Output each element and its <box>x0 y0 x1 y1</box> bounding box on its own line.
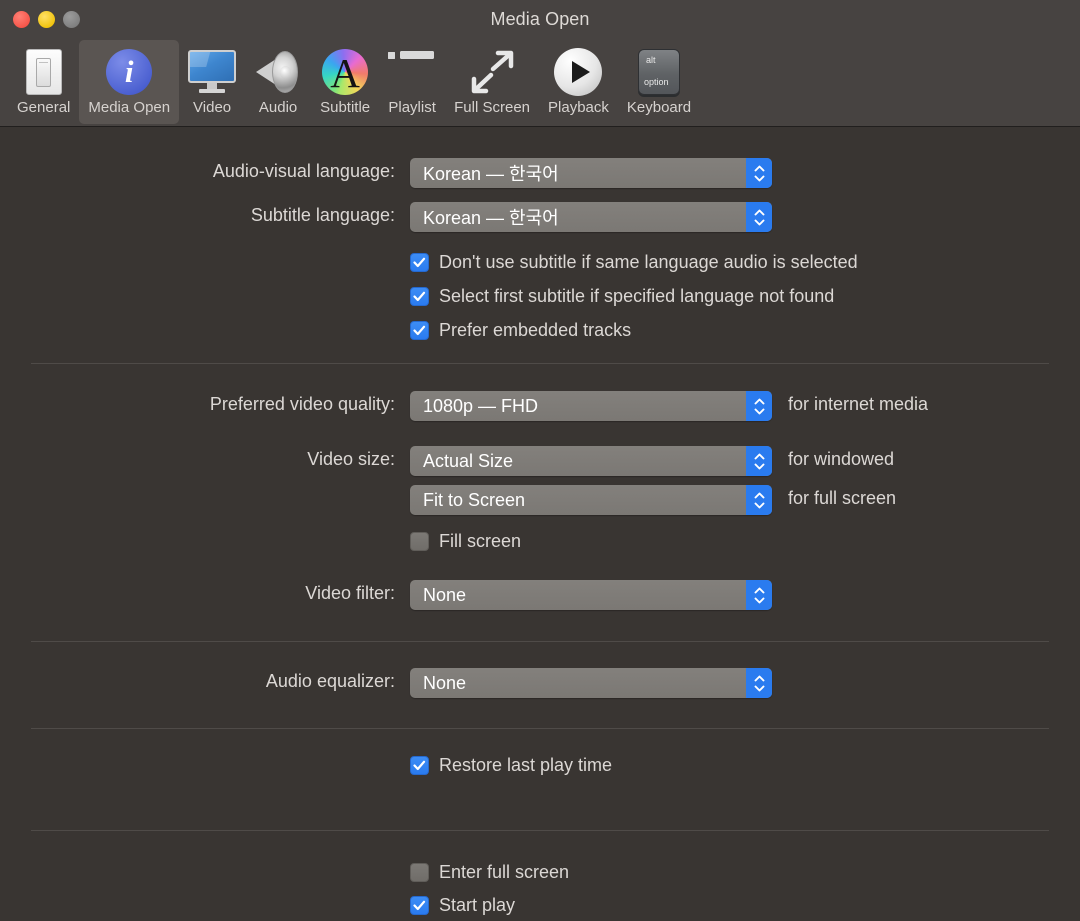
audio-equalizer-label: Audio equalizer: <box>265 671 395 691</box>
audio-equalizer-value: None <box>423 672 467 693</box>
audio-visual-language-select[interactable]: Korean — 한국어 <box>410 158 772 188</box>
checkbox-label-no-subtitle-same-language: Don't use subtitle if same language audi… <box>439 252 858 272</box>
subtitle-language-value: Korean — 한국어 <box>423 208 559 228</box>
subtitle-language-label-wrap: Subtitle language: <box>0 205 395 226</box>
video-filter-label: Video filter: <box>305 583 395 603</box>
toolbar-item-playlist[interactable]: Playlist <box>379 40 445 124</box>
option-key-icon: alt option <box>638 46 680 98</box>
audio-equalizer-select[interactable]: None <box>410 668 772 698</box>
toolbar-label-playlist: Playlist <box>388 99 436 116</box>
switch-icon <box>25 46 62 98</box>
video-filter-label-wrap: Video filter: <box>0 583 395 604</box>
video-size-windowed-select[interactable]: Actual Size <box>410 446 772 476</box>
toolbar-label-general: General <box>17 99 71 116</box>
video-size-windowed-suffix: for windowed <box>788 449 895 469</box>
chevron-updown-icon <box>746 485 772 515</box>
preferred-video-quality-label-wrap: Preferred video quality: <box>0 394 395 415</box>
video-filter-select[interactable]: None <box>410 580 772 610</box>
checkbox-enter-full-screen[interactable] <box>410 863 429 882</box>
checkbox-no-subtitle-same-language[interactable] <box>410 253 429 272</box>
checkbox-row-fill-screen[interactable]: Fill screen <box>410 531 521 552</box>
checkbox-restore-last-play-time[interactable] <box>410 756 429 775</box>
checkbox-label-prefer-embedded-tracks: Prefer embedded tracks <box>439 320 632 340</box>
chevron-updown-icon <box>746 202 772 232</box>
divider-1 <box>31 363 1049 364</box>
subtitle-language-select[interactable]: Korean — 한국어 <box>410 202 772 232</box>
video-size-fullscreen-suffix: for full screen <box>788 488 897 508</box>
divider-3 <box>31 728 1049 729</box>
audio-visual-language-label: Audio-visual language: <box>212 161 395 181</box>
toolbar-label-subtitle: Subtitle <box>320 99 371 116</box>
chevron-updown-icon <box>746 446 772 476</box>
video-size-fullscreen-select[interactable]: Fit to Screen <box>410 485 772 515</box>
window-title: Media Open <box>490 9 590 29</box>
toolbar-item-audio[interactable]: Audio <box>245 40 311 124</box>
toolbar-item-playback[interactable]: Playback <box>539 40 618 124</box>
video-size-fullscreen-value: Fit to Screen <box>423 489 526 510</box>
toolbar-label-playback: Playback <box>548 99 609 116</box>
audio-visual-language-label-wrap: Audio-visual language: <box>0 161 395 182</box>
video-filter-value: None <box>423 584 467 605</box>
preferred-video-quality-value: 1080p — FHD <box>423 395 539 416</box>
play-circle-icon <box>554 46 603 98</box>
divider-2 <box>31 641 1049 642</box>
checkbox-label-enter-full-screen: Enter full screen <box>439 862 570 882</box>
info-circle-icon: i <box>106 46 153 98</box>
checkbox-label-select-first-subtitle: Select first subtitle if specified langu… <box>439 286 835 306</box>
media-open-panel: Audio-visual language: Korean — 한국어 Subt… <box>0 127 1080 920</box>
preferred-video-quality-select[interactable]: 1080p — FHD <box>410 391 772 421</box>
checkbox-label-start-play: Start play <box>439 895 516 915</box>
toolbar-item-general[interactable]: General <box>8 40 79 124</box>
toolbar-item-media-open[interactable]: i Media Open <box>79 40 180 124</box>
checkbox-row-no-subtitle-same-language[interactable]: Don't use subtitle if same language audi… <box>410 252 858 273</box>
divider-4 <box>31 830 1049 831</box>
toolbar-item-subtitle[interactable]: A Subtitle <box>311 40 379 124</box>
audio-visual-language-value: Korean — 한국어 <box>423 164 559 184</box>
monitor-icon <box>188 46 237 98</box>
chevron-updown-icon <box>746 668 772 698</box>
toolbar-label-media-open: Media Open <box>88 99 171 116</box>
video-size-fullscreen-suffix-wrap: for full screen <box>788 488 896 509</box>
toolbar-label-audio: Audio <box>258 99 298 116</box>
checkbox-row-prefer-embedded-tracks[interactable]: Prefer embedded tracks <box>410 320 631 341</box>
preferences-toolbar: General i Media Open Video Audio A Subti… <box>0 38 1080 127</box>
chevron-updown-icon <box>746 158 772 188</box>
expand-arrows-icon <box>466 46 518 98</box>
preferred-video-quality-label: Preferred video quality: <box>209 394 395 414</box>
color-wheel-a-icon: A <box>322 46 369 98</box>
checkbox-select-first-subtitle[interactable] <box>410 287 429 306</box>
subtitle-language-label: Subtitle language: <box>250 205 395 225</box>
checkbox-row-restore-last-play-time[interactable]: Restore last play time <box>410 755 612 776</box>
video-size-windowed-suffix-wrap: for windowed <box>788 449 894 470</box>
toolbar-item-keyboard[interactable]: alt option Keyboard <box>618 40 700 124</box>
list-icon <box>388 46 436 98</box>
toolbar-item-full-screen[interactable]: Full Screen <box>445 40 539 124</box>
toolbar-label-full-screen: Full Screen <box>454 99 531 116</box>
preferred-video-quality-suffix-wrap: for internet media <box>788 394 928 415</box>
video-size-windowed-value: Actual Size <box>423 450 514 471</box>
title-bar: Media Open <box>0 0 1080 38</box>
chevron-updown-icon <box>746 391 772 421</box>
video-size-label-wrap: Video size: <box>0 449 395 470</box>
checkbox-row-enter-full-screen[interactable]: Enter full screen <box>410 862 569 883</box>
speaker-icon <box>254 46 302 98</box>
checkbox-start-play[interactable] <box>410 896 429 915</box>
checkbox-prefer-embedded-tracks[interactable] <box>410 321 429 340</box>
audio-equalizer-label-wrap: Audio equalizer: <box>0 671 395 692</box>
checkbox-row-select-first-subtitle[interactable]: Select first subtitle if specified langu… <box>410 286 834 307</box>
toolbar-item-video[interactable]: Video <box>179 40 245 124</box>
toolbar-label-keyboard: Keyboard <box>626 99 692 116</box>
toolbar-label-video: Video <box>193 99 232 116</box>
preferences-window: Media Open General i Media Open Video Au… <box>0 0 1080 921</box>
preferred-video-quality-suffix: for internet media <box>788 394 929 414</box>
chevron-updown-icon <box>746 580 772 610</box>
checkbox-fill-screen[interactable] <box>410 532 429 551</box>
checkbox-row-start-play[interactable]: Start play <box>410 895 515 916</box>
checkbox-label-restore-last-play-time: Restore last play time <box>439 755 613 775</box>
checkbox-label-fill-screen: Fill screen <box>439 531 522 551</box>
video-size-label: Video size: <box>307 449 395 469</box>
